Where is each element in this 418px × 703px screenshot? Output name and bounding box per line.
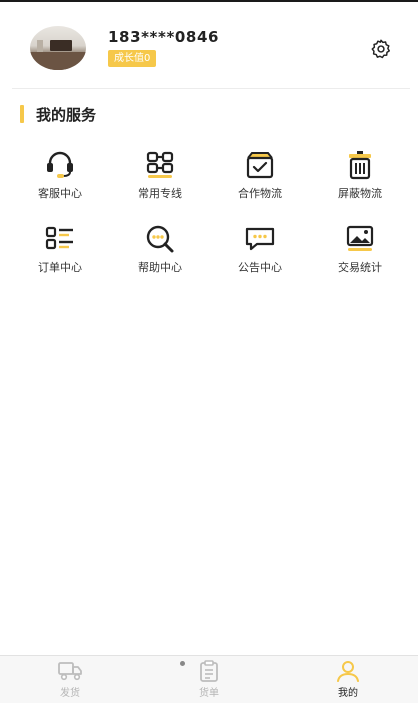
partner-box-icon [246, 152, 274, 179]
gear-icon [371, 39, 390, 59]
user-icon [337, 661, 359, 682]
service-label: 屏蔽物流 [338, 187, 382, 200]
bottom-tab-bar: 发货 货单 我的 [0, 655, 418, 703]
tab-label: 发货 [60, 688, 80, 699]
service-trade-stats[interactable]: 交易统计 [310, 224, 410, 284]
profile-header: 183****0846 成长值0 [0, 14, 418, 86]
service-blocked-logistics[interactable]: 屏蔽物流 [310, 150, 410, 210]
order-list-icon [45, 226, 73, 250]
growth-badge: 成长值0 [108, 50, 157, 67]
announcement-chat-icon [245, 227, 275, 251]
section-title-text: 我的服务 [36, 106, 97, 124]
tab-label: 我的 [338, 688, 358, 699]
tab-ship[interactable]: 发货 [40, 660, 100, 702]
trash-bin-icon [349, 151, 371, 180]
avatar[interactable] [30, 26, 86, 70]
header-divider [12, 88, 410, 89]
service-label: 客服中心 [38, 187, 82, 200]
user-phone: 183****0846 [108, 28, 220, 46]
tab-mine[interactable]: 我的 [318, 660, 378, 702]
settings-button[interactable] [370, 38, 392, 60]
tab-waybill[interactable]: 货单 [179, 660, 239, 702]
avatar-lamp [37, 40, 43, 52]
avatar-cabinet [30, 52, 86, 70]
stats-image-icon [346, 225, 374, 251]
help-search-icon [146, 225, 174, 253]
tab-label: 货单 [199, 688, 219, 699]
service-label: 公告中心 [238, 261, 282, 274]
service-announcements[interactable]: 公告中心 [210, 224, 310, 284]
service-label: 合作物流 [238, 187, 282, 200]
service-customer-service[interactable]: 客服中心 [10, 150, 110, 210]
status-bar-line [0, 0, 418, 2]
clipboard-icon [200, 660, 218, 682]
service-partner-logistics[interactable]: 合作物流 [210, 150, 310, 210]
service-common-lines[interactable]: 常用专线 [110, 150, 210, 210]
headset-icon [47, 151, 73, 178]
service-label: 订单中心 [38, 261, 82, 274]
route-link-icon [146, 151, 174, 178]
truck-icon [58, 662, 82, 681]
avatar-tv [50, 40, 72, 51]
service-label: 交易统计 [338, 261, 382, 274]
service-label: 帮助中心 [138, 261, 182, 274]
service-order-center[interactable]: 订单中心 [10, 224, 110, 284]
service-label: 常用专线 [138, 187, 182, 200]
service-help-center[interactable]: 帮助中心 [110, 224, 210, 284]
section-accent-bar [20, 105, 24, 123]
